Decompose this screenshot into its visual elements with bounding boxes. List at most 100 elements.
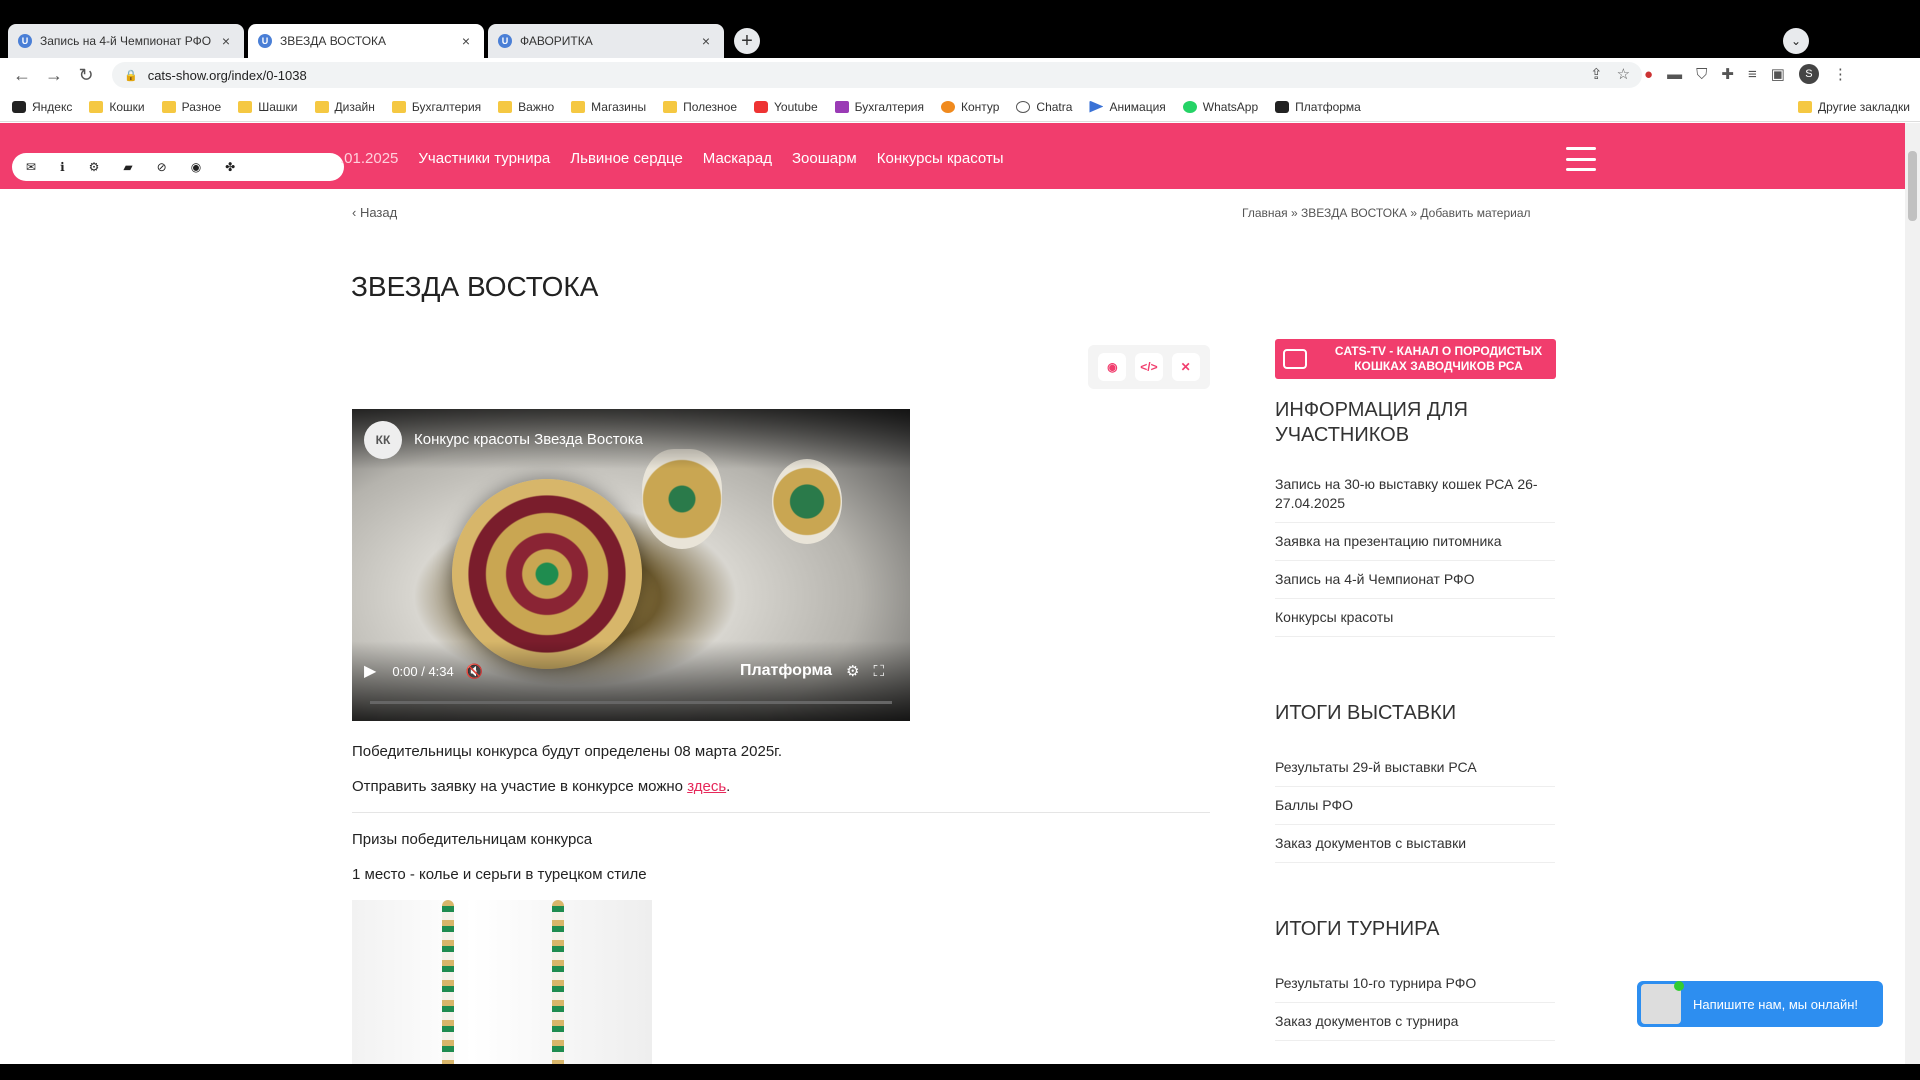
back-arrow-icon[interactable]: ← [6,65,38,86]
breadcrumb[interactable]: Главная » ЗВЕЗДА ВОСТОКА » Добавить мате… [1242,206,1531,220]
puzzle-icon[interactable]: ✤ [225,160,235,174]
prizes-title: Призы победительницам конкурса [352,831,593,848]
list-item[interactable]: Заявка на презентацию питомника [1275,523,1555,561]
side-panel-icon[interactable]: ▣ [1771,65,1785,83]
lock-icon: 🔒 [124,69,138,82]
eye-icon[interactable]: ◉ [191,160,201,174]
chat-widget[interactable]: Напишите нам, мы онлайн! [1637,981,1883,1027]
bookmark-folder[interactable]: Дизайн [314,99,375,114]
divider [352,812,1210,813]
bookmark-label: Дизайн [334,99,375,114]
bookmark-folder[interactable]: Кошки [89,100,145,114]
tab-close-icon[interactable]: × [698,33,714,49]
tournament-list: Результаты 10-го турнира РФО Заказ докум… [1275,965,1555,1041]
video-player[interactable]: КК Конкурс красоты Звезда Востока ▶ 0:00… [352,409,910,721]
back-link[interactable]: ‹ Назад [352,205,397,220]
page-scrollbar[interactable] [1905,123,1920,1068]
tab-zvezda-vostoka[interactable]: U ЗВЕЗДА ВОСТОКА × [248,24,484,58]
video-progress-bar[interactable] [370,701,892,704]
channel-avatar[interactable]: КК [364,421,402,459]
play-icon[interactable]: ▶ [364,661,376,681]
bookmark-folder[interactable]: Шашки [238,100,298,114]
bookmark-folder[interactable]: Бухгалтерия [391,99,482,114]
nav-item-beauty-contests[interactable]: Конкурсы красоты [877,150,1004,167]
settings-gear-icon[interactable]: ⚙ [846,662,859,680]
bookmark-folder[interactable]: Важно [498,100,554,114]
folder-icon [314,100,329,113]
profile-avatar[interactable]: S [1798,64,1819,84]
media-list-icon[interactable]: ≡ [1748,66,1757,83]
other-bookmarks[interactable]: Другие закладки [1798,100,1910,114]
extension-red-icon[interactable]: ● [1644,66,1653,83]
bookmark-item[interactable]: WhatsApp [1182,100,1258,114]
nav-item-lion-heart[interactable]: Львиное сердце [570,150,683,167]
video-time: 0:00 / 4:34 [392,663,454,679]
tab-zapis[interactable]: U Запись на 4-й Чемпионат РФО × [8,24,244,58]
bookmark-star-icon[interactable]: ☆ [1617,65,1630,83]
nav-item-date[interactable]: .01.2025 [340,150,398,167]
bookmark-item[interactable]: Яндекс [12,100,72,114]
forward-arrow-icon[interactable]: → [38,65,70,86]
tab-close-icon[interactable]: × [458,33,474,49]
tab-close-icon[interactable]: × [218,33,234,49]
video-title[interactable]: Конкурс красоты Звезда Востока [414,431,643,448]
share-icon[interactable]: ⇪ [1590,65,1603,83]
video-brand[interactable]: Платформа [740,662,832,680]
list-item[interactable]: Конкурсы красоты [1275,599,1555,637]
list-item[interactable]: Результаты 29-й выставки РСА [1275,749,1555,787]
delete-x-icon[interactable]: ✕ [1171,353,1200,381]
reload-icon[interactable]: ↻ [70,65,102,86]
nav-item-masquerade[interactable]: Маскарад [703,150,772,167]
list-item[interactable]: Запись на 30-ю выставку кошек РСА 26-27.… [1275,466,1555,523]
tab-favoritka[interactable]: U ФАВОРИТКА × [488,24,724,58]
address-bar[interactable]: 🔒 cats-show.org/index/0-1038 [112,62,1642,88]
bookmark-folder[interactable]: Магазины [571,100,646,114]
bookmark-item[interactable]: Платформа [1275,100,1361,114]
kebab-menu-icon[interactable]: ⋮ [1833,65,1848,83]
chat-label: Напишите нам, мы онлайн! [1693,996,1859,1012]
tab-search-chevron-icon[interactable]: ⌄ [1783,28,1809,54]
play-triangle-icon [1089,100,1104,113]
folder-icon[interactable]: ▰ [123,160,132,174]
scrollbar-thumb[interactable] [1908,151,1917,221]
list-item[interactable]: Баллы РФО [1275,787,1555,825]
bookmark-item[interactable]: Chatra [1016,100,1072,114]
nav-item-participants[interactable]: Участники турнира [418,150,550,167]
block-icon[interactable]: ⊘ [157,160,167,174]
tab-strip: U Запись на 4-й Чемпионат РФО × U ЗВЕЗДА… [0,0,1920,58]
prize-first-place: 1 место - колье и серьги в турецком стил… [352,866,647,883]
settings-icon[interactable]: ⚙ [89,160,100,174]
bookmark-folder[interactable]: Разное [161,100,221,114]
mute-icon[interactable]: 🔇 [466,663,483,680]
bookmark-item[interactable]: Бухгалтерия [834,100,924,114]
list-item[interactable]: Заказ документов с выставки [1275,825,1555,863]
folder-icon [161,100,176,113]
puzzle-icon[interactable]: ✚ [1721,65,1734,83]
tournament-heading: ИТОГИ ТУРНИРА [1275,918,1440,940]
new-tab-button[interactable]: + [734,28,760,54]
shield-icon[interactable]: ⛉ [1696,66,1707,83]
list-item[interactable]: Заказ документов с турнира [1275,1003,1555,1041]
necklace-image [352,900,652,1068]
fullscreen-icon[interactable]: ⛶ [873,663,884,680]
extension-gray-icon[interactable]: ▬ [1667,66,1682,83]
bookmark-item[interactable]: Анимация [1089,100,1166,114]
hamburger-menu-icon[interactable] [1566,147,1596,171]
main-nav: .01.2025 Участники турнира Львиное сердц… [340,150,1004,167]
info-icon[interactable]: ℹ [60,160,65,174]
code-icon[interactable]: </> [1134,353,1163,381]
preview-eye-icon[interactable]: ◉ [1098,353,1127,381]
bookmarks-bar: Яндекс Кошки Разное Шашки Дизайн Бухгалт… [0,92,1920,122]
cats-tv-banner[interactable]: CATS-TV - КАНАЛ О ПОРОДИСТЫХ КОШКАХ ЗАВО… [1275,339,1556,379]
bookmark-folder[interactable]: Полезное [663,100,737,114]
list-item[interactable]: Результаты 10-го турнира РФО [1275,965,1555,1003]
mail-icon[interactable]: ✉ [26,160,36,174]
nav-item-zoocharm[interactable]: Зоошарм [792,150,857,167]
bookmark-label: Бухгалтерия [411,99,482,114]
list-item[interactable]: Запись на 4-й Чемпионат РФО [1275,561,1555,599]
bookmark-item[interactable]: Контур [940,100,999,114]
video-camera-icon [1283,349,1307,369]
bookmark-item[interactable]: Youtube [754,100,818,114]
apply-here-link[interactable]: здесь [687,778,726,795]
folder-icon [1798,101,1813,113]
